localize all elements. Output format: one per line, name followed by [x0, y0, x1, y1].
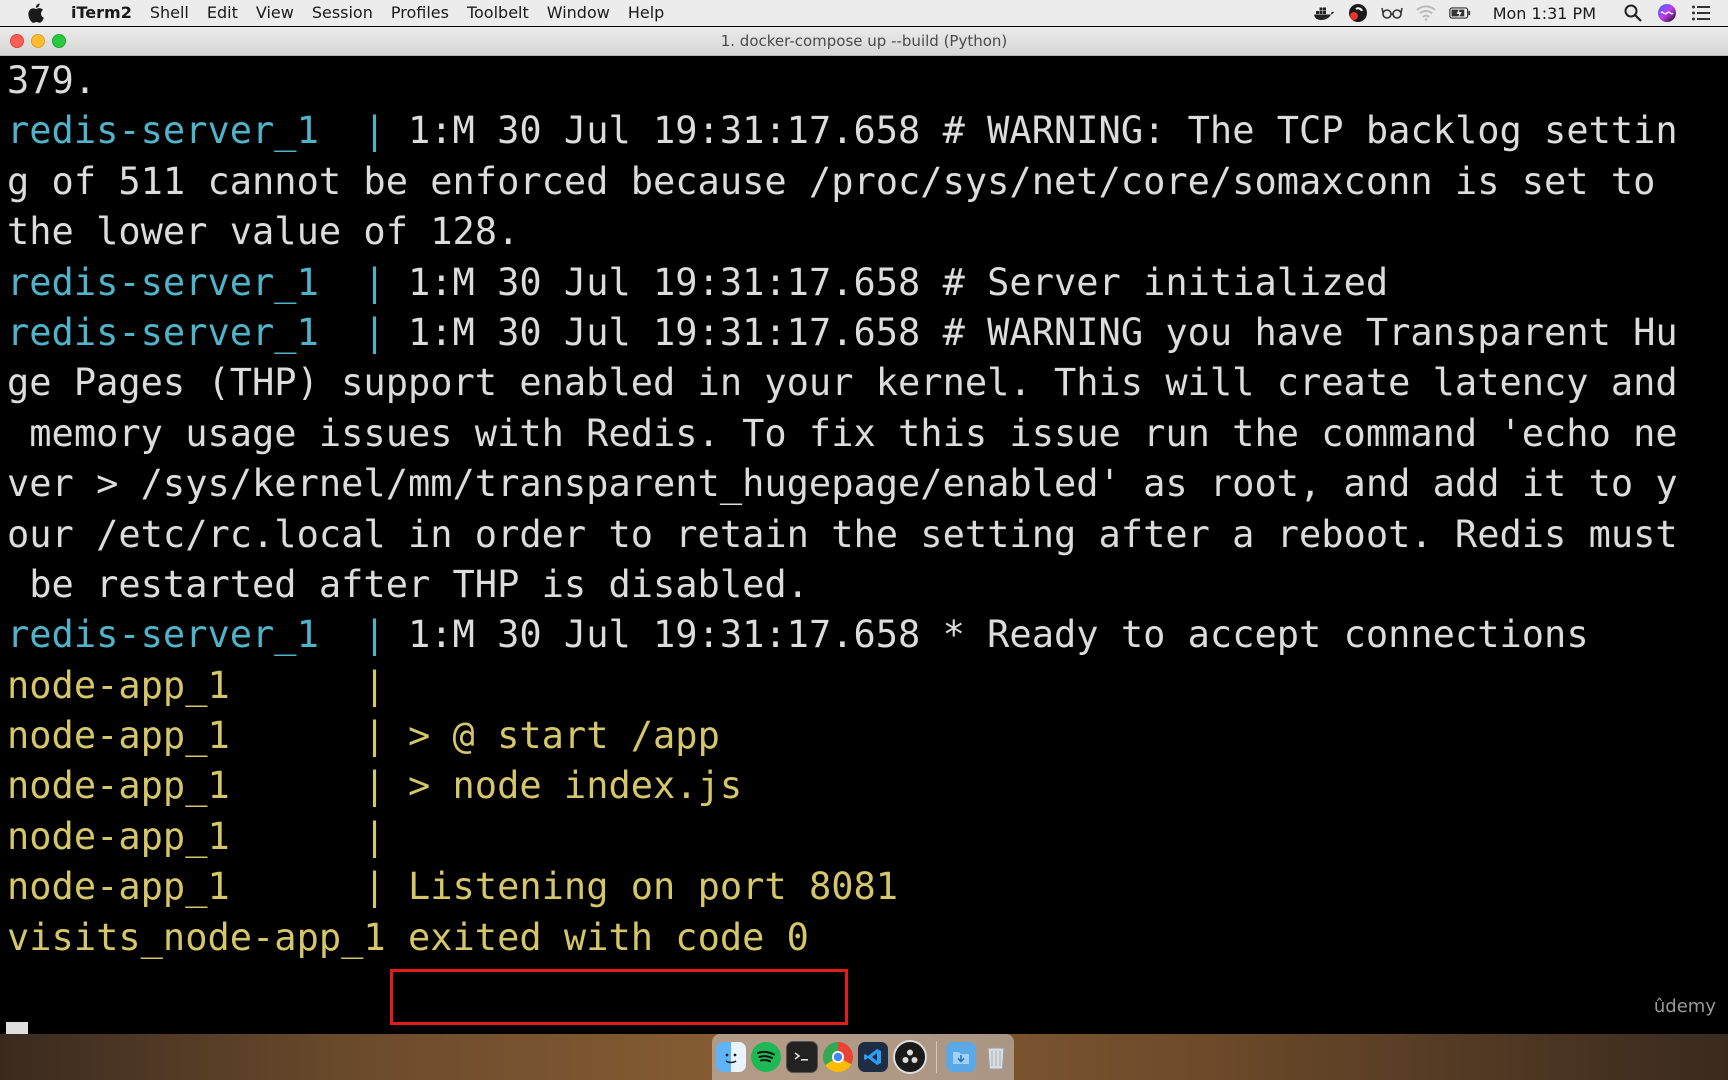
window-titlebar[interactable]: 1. docker-compose up --build (Python)	[0, 27, 1728, 56]
battery-icon[interactable]	[1448, 3, 1471, 23]
terminal-line: node-app_1 | > node index.js	[7, 761, 1678, 811]
service-name: node-app_1	[7, 714, 364, 758]
terminal-line: ge Pages (THP) support enabled in your k…	[7, 358, 1678, 408]
obs-icon[interactable]	[892, 1040, 927, 1074]
menu-session[interactable]: Session	[303, 0, 382, 26]
service-name: node-app_1	[7, 764, 364, 808]
vscode-icon[interactable]	[857, 1042, 888, 1072]
log-message: Listening on port 8081	[407, 865, 899, 909]
terminal-line: redis-server_1 | 1:M 30 Jul 19:31:17.658…	[7, 610, 1678, 660]
log-message: be restarted after THP is disabled.	[7, 562, 809, 606]
dock	[712, 1034, 1014, 1080]
menu-window[interactable]: Window	[538, 0, 619, 26]
menu-profiles[interactable]: Profiles	[382, 0, 458, 26]
service-name: node-app_1	[7, 814, 364, 858]
glasses-icon[interactable]	[1380, 3, 1403, 23]
terminal-line: visits_node-app_1 exited with code 0	[7, 913, 1678, 963]
chrome-icon[interactable]	[822, 1042, 853, 1072]
spotify-icon[interactable]	[750, 1042, 781, 1072]
log-message: ge Pages (THP) support enabled in your k…	[7, 361, 1678, 405]
line-separator: |	[363, 714, 408, 758]
docker-icon[interactable]	[1313, 3, 1335, 23]
exit-message: exited with code 0	[407, 915, 809, 959]
siri-icon[interactable]	[1656, 3, 1678, 23]
terminal-icon[interactable]	[785, 1041, 818, 1073]
line-separator: |	[363, 764, 408, 808]
log-message: 1:M 30 Jul 19:31:17.658 # WARNING you ha…	[407, 310, 1678, 354]
spotlight-search-icon[interactable]	[1622, 3, 1644, 23]
service-name: redis-server_1	[7, 613, 364, 657]
notification-center-icon[interactable]	[1690, 3, 1712, 23]
terminal-line: node-app_1 | > @ start /app	[7, 711, 1678, 761]
terminal-line: redis-server_1 | 1:M 30 Jul 19:31:17.658…	[7, 258, 1678, 308]
terminal-output: 379. redis-server_1 | 1:M 30 Jul 19:31:17…	[7, 56, 1678, 963]
service-name: visits_node-app_1	[7, 915, 386, 959]
log-message: 1:M 30 Jul 19:31:17.658 # WARNING: The T…	[407, 109, 1678, 153]
terminal-line: node-app_1 |	[7, 661, 1678, 711]
apple-menu-icon[interactable]	[22, 0, 48, 26]
menu-help[interactable]: Help	[619, 0, 673, 26]
terminal-line: memory usage issues with Redis. To fix t…	[7, 409, 1678, 459]
terminal-line: node-app_1 |	[7, 812, 1678, 862]
line-separator: |	[363, 310, 408, 354]
service-name: redis-server_1	[7, 310, 364, 354]
menu-shell[interactable]: Shell	[141, 0, 198, 26]
creative-cloud-icon[interactable]	[1347, 3, 1369, 23]
service-name: redis-server_1	[7, 260, 364, 304]
dock-separator	[935, 1041, 937, 1073]
service-name: node-app_1	[7, 865, 364, 909]
log-message: memory usage issues with Redis. To fix t…	[7, 411, 1678, 455]
terminal-line: be restarted after THP is disabled.	[7, 560, 1678, 610]
log-message: g of 511 cannot be enforced because /pro…	[7, 159, 1656, 203]
terminal-cursor	[6, 1022, 28, 1034]
terminal-line: g of 511 cannot be enforced because /pro…	[7, 157, 1678, 207]
terminal-line: node-app_1 | Listening on port 8081	[7, 862, 1678, 912]
udemy-watermark: ûdemy	[1653, 996, 1716, 1017]
terminal-line: 379.	[7, 56, 1678, 106]
log-message: the lower value of 128.	[7, 210, 520, 254]
terminal-line: ver > /sys/kernel/mm/transparent_hugepag…	[7, 459, 1678, 509]
highlight-box	[390, 969, 848, 1025]
service-name: redis-server_1	[7, 109, 364, 153]
menu-iterm2[interactable]: iTerm2	[62, 0, 141, 26]
menu-edit[interactable]: Edit	[198, 0, 247, 26]
log-message: our /etc/rc.local in order to retain the…	[7, 512, 1678, 556]
log-message: > @ start /app	[407, 714, 720, 758]
log-message: 1:M 30 Jul 19:31:17.658 * Ready to accep…	[407, 613, 1589, 657]
status-area: Mon 1:31 PM	[1301, 0, 1728, 26]
trash-icon[interactable]	[981, 1042, 1011, 1072]
line-separator: |	[363, 814, 408, 858]
line-separator: |	[363, 613, 408, 657]
line-separator	[386, 916, 408, 959]
finder-icon[interactable]	[715, 1042, 746, 1072]
terminal-line: redis-server_1 | 1:M 30 Jul 19:31:17.658…	[7, 308, 1678, 358]
line-separator: |	[363, 663, 408, 707]
menubar-clock[interactable]: Mon 1:31 PM	[1493, 4, 1596, 23]
terminal-line: redis-server_1 | 1:M 30 Jul 19:31:17.658…	[7, 106, 1678, 156]
terminal-line: our /etc/rc.local in order to retain the…	[7, 510, 1678, 560]
line-separator: |	[363, 260, 408, 304]
log-message: 379.	[7, 59, 97, 102]
line-separator: |	[363, 865, 408, 909]
service-name: node-app_1	[7, 663, 364, 707]
terminal-line: the lower value of 128.	[7, 207, 1678, 257]
menu-bar: iTerm2 Shell Edit View Session Profiles …	[0, 0, 1728, 26]
log-message: > node index.js	[407, 764, 743, 808]
downloads-folder-icon[interactable]	[945, 1042, 976, 1072]
menu-list: iTerm2 Shell Edit View Session Profiles …	[62, 0, 673, 26]
line-separator: |	[363, 109, 408, 153]
wifi-icon[interactable]	[1415, 3, 1437, 23]
log-message: 1:M 30 Jul 19:31:17.658 # Server initial…	[407, 260, 1389, 304]
log-message: ver > /sys/kernel/mm/transparent_hugepag…	[7, 462, 1678, 506]
menu-view[interactable]: View	[247, 0, 303, 26]
terminal-pane[interactable]: 379. redis-server_1 | 1:M 30 Jul 19:31:17…	[0, 56, 1728, 1034]
menu-toolbelt[interactable]: Toolbelt	[458, 0, 538, 26]
window-title: 1. docker-compose up --build (Python)	[720, 32, 1008, 50]
